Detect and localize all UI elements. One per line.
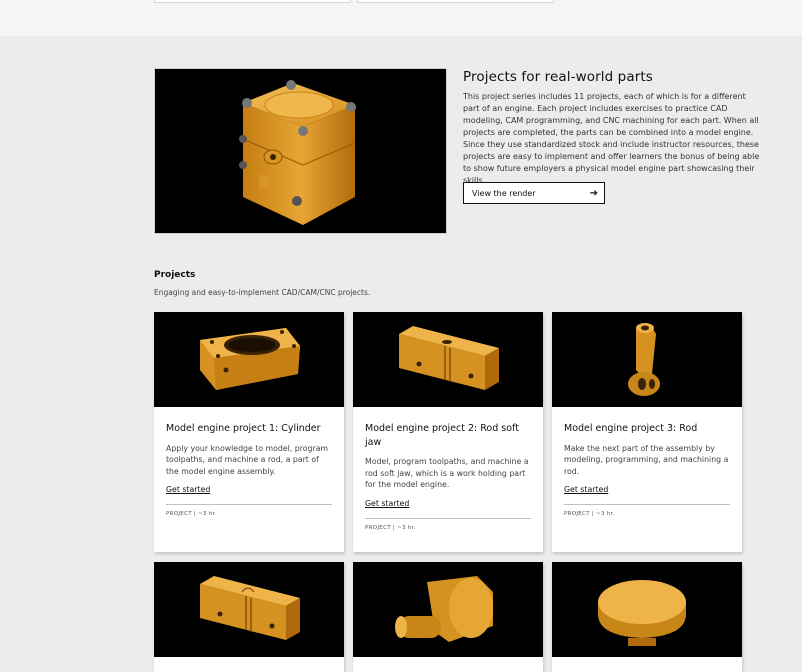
- top-band: [0, 0, 802, 36]
- project-card-partial[interactable]: [552, 562, 742, 672]
- project-card-partial[interactable]: [353, 562, 543, 672]
- card-thumbnail: [154, 562, 344, 657]
- view-render-button[interactable]: View the render ➔: [463, 182, 605, 204]
- project-card-rod[interactable]: Model engine project 3: Rod Make the nex…: [552, 312, 742, 552]
- engine-block-render: [239, 80, 356, 225]
- view-render-label: View the render: [472, 188, 536, 198]
- card-title: Model engine project 3: Rod: [564, 423, 698, 434]
- project-card-cylinder[interactable]: Model engine project 1: Cylinder Apply y…: [154, 312, 344, 552]
- projects-section-subtitle: Engaging and easy-to-implement CAD/CAM/C…: [154, 288, 371, 297]
- get-started-link[interactable]: Get started: [166, 485, 210, 494]
- card-description: Make the next part of the assembly by mo…: [564, 443, 729, 476]
- projects-section-title: Projects: [154, 270, 196, 280]
- hero-title: Projects for real-world parts: [463, 69, 653, 85]
- cylinder-part-render: [200, 328, 300, 390]
- previous-card-bottom-edge: [154, 0, 351, 3]
- card-thumbnail: [353, 312, 543, 407]
- card-title: Model engine project 1: Cylinder: [166, 423, 321, 434]
- project-card-partial[interactable]: [154, 562, 344, 672]
- card-divider: [564, 504, 730, 506]
- rod-part-render: [628, 323, 660, 396]
- card-description: Model, program toolpaths, and machine a …: [365, 457, 529, 490]
- hero-render-image: [154, 68, 447, 234]
- previous-card-bottom-edge: [357, 0, 554, 3]
- hero-description: This project series includes 11 projects…: [463, 92, 760, 185]
- disc-part-render: [598, 580, 686, 646]
- card-title: Model engine project 2: Rod soft jaw: [365, 423, 519, 448]
- arrow-right-icon: ➔: [589, 187, 598, 199]
- crank-part-render: [395, 576, 493, 642]
- card-meta: PROJECT | ~3 hr.: [166, 511, 217, 518]
- card-divider: [365, 517, 531, 519]
- card-meta: PROJECT | ~3 hr.: [564, 511, 615, 518]
- card-thumbnail: [552, 562, 742, 657]
- card-thumbnail: [353, 562, 543, 657]
- project-card-rod-soft-jaw[interactable]: Model engine project 2: Rod soft jaw Mod…: [353, 312, 543, 552]
- rod-soft-jaw-part-render: [399, 326, 499, 390]
- card-thumbnail: [552, 312, 742, 407]
- card-description: Apply your knowledge to model, program t…: [166, 443, 329, 476]
- card-meta: PROJECT | ~3 hr.: [365, 524, 416, 531]
- soft-jaw-part-render: [200, 576, 300, 640]
- hero-text-block: Projects for real-world parts This proje…: [463, 68, 761, 187]
- card-divider: [166, 504, 332, 506]
- card-thumbnail: [154, 312, 344, 407]
- get-started-link[interactable]: Get started: [365, 499, 409, 508]
- get-started-link[interactable]: Get started: [564, 485, 608, 494]
